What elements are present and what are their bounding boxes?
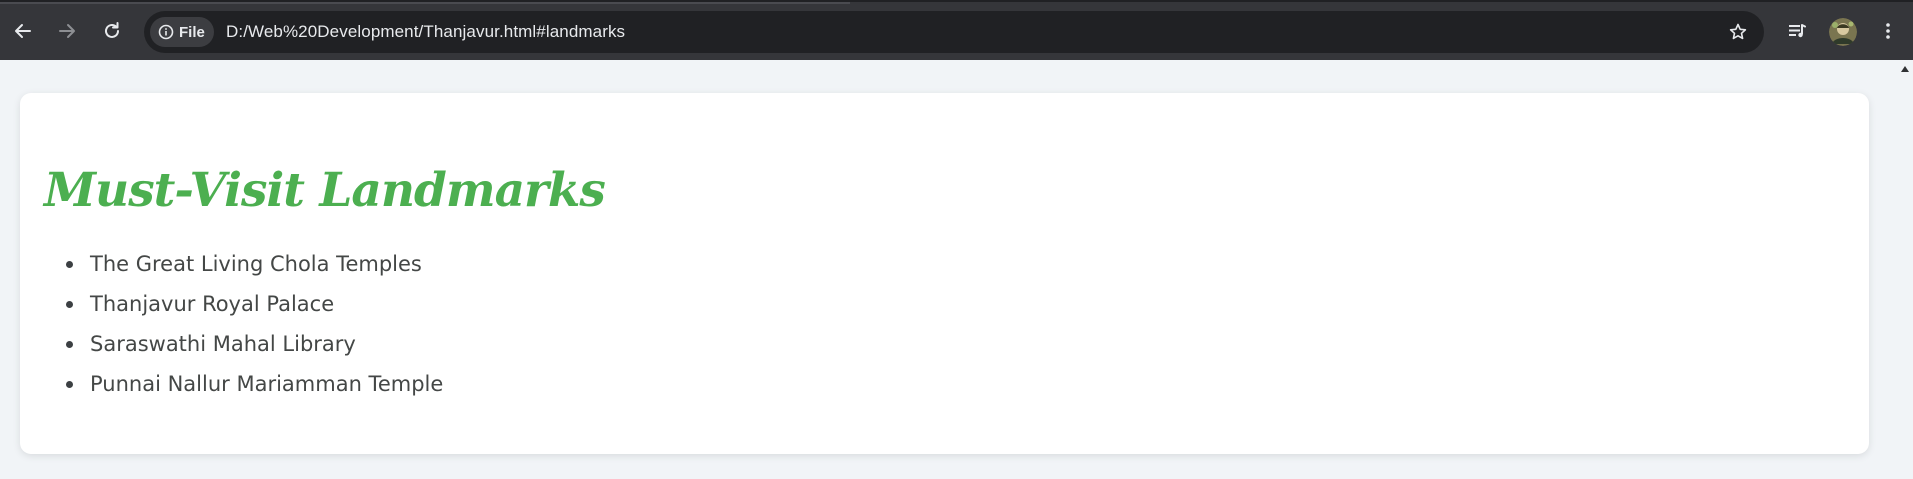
reload-button[interactable] [95, 14, 129, 48]
scroll-up-arrow-icon[interactable] [1901, 66, 1909, 72]
landmark-name: The Great Living Chola Temples [90, 252, 422, 276]
bookmark-button[interactable] [1724, 18, 1752, 46]
back-button[interactable] [6, 14, 40, 48]
address-bar[interactable]: File D:/Web%20Development/Thanjavur.html… [144, 11, 1764, 53]
list-item: Saraswathi Mahal Library [66, 324, 443, 364]
bullet-icon [66, 381, 73, 388]
media-queue-icon [1789, 24, 1806, 38]
url-text[interactable]: D:/Web%20Development/Thanjavur.html#land… [226, 22, 625, 42]
vertical-scrollbar[interactable] [1898, 60, 1913, 479]
reading-list-button[interactable] [1780, 14, 1814, 48]
arrow-left-icon [15, 24, 31, 38]
bullet-icon [66, 341, 73, 348]
landmark-list: The Great Living Chola Temples Thanjavur … [66, 244, 444, 404]
kebab-menu-icon [1886, 23, 1890, 39]
list-item: The Great Living Chola Temples [66, 244, 443, 284]
landmark-name: Punnai Nallur Mariamman Temple [90, 372, 444, 396]
arrow-right-icon [59, 24, 75, 38]
page-title: Must-Visit Landmarks [44, 163, 606, 218]
page-viewport: Must-Visit Landmarks The Great Living Ch… [0, 60, 1898, 479]
avatar[interactable] [1829, 18, 1857, 46]
bullet-icon [66, 301, 73, 308]
list-item: Thanjavur Royal Palace [66, 284, 443, 324]
profile-avatar-icon [1829, 18, 1857, 46]
site-chip-label: File [179, 23, 205, 41]
bullet-icon [66, 261, 73, 268]
forward-button[interactable] [50, 14, 84, 48]
reload-icon [105, 22, 119, 38]
landmark-name: Thanjavur Royal Palace [90, 292, 335, 316]
browser-toolbar: File D:/Web%20Development/Thanjavur.html… [0, 0, 1913, 60]
landmarks-card: Must-Visit Landmarks The Great Living Ch… [20, 93, 1869, 454]
star-icon [1729, 23, 1747, 40]
browser-menu-button[interactable] [1871, 14, 1905, 48]
info-icon [158, 24, 174, 40]
site-info-chip[interactable]: File [150, 17, 214, 47]
landmark-name: Saraswathi Mahal Library [90, 332, 356, 356]
list-item: Punnai Nallur Mariamman Temple [66, 364, 444, 404]
tab-strip-edge [0, 2, 850, 4]
